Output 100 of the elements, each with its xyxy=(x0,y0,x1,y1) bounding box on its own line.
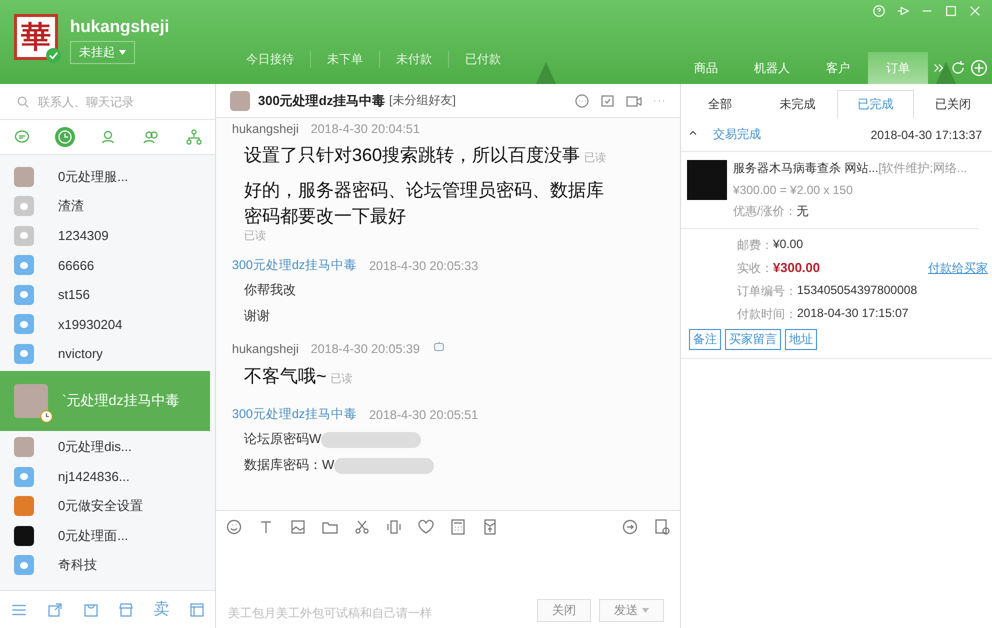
search-box[interactable]: 联系人、聊天记录 xyxy=(0,84,215,120)
contact-item[interactable]: 66666 xyxy=(0,250,215,280)
message-text: 数据库密码：W xyxy=(244,457,334,472)
help-icon[interactable] xyxy=(872,4,886,18)
add-icon[interactable] xyxy=(970,59,988,77)
contact-item[interactable]: x19930204 xyxy=(0,310,215,339)
field-label: 实收： xyxy=(737,260,773,277)
stat-label: 今日接待 xyxy=(245,51,295,68)
sender-name: 300元处理dz挂马中毒 xyxy=(232,257,358,274)
bag-icon[interactable] xyxy=(82,602,99,618)
pin-icon[interactable] xyxy=(896,4,910,18)
discount-value: 无 xyxy=(796,204,808,218)
close-icon[interactable] xyxy=(968,4,982,18)
text-icon[interactable] xyxy=(258,518,274,534)
contact-item[interactable]: 1234309 xyxy=(0,221,215,250)
message-text: 谢谢 xyxy=(244,308,270,323)
image-icon[interactable] xyxy=(290,518,306,534)
shop-logo: 華 xyxy=(14,14,58,60)
tree-drawing xyxy=(536,62,556,84)
order-action-button[interactable]: 备注 xyxy=(689,329,721,350)
org-tab[interactable] xyxy=(184,127,204,147)
product-title[interactable]: 服务器木马病毒查杀 网站... xyxy=(733,161,878,175)
caret-icon xyxy=(642,608,649,613)
contact-item[interactable]: 0元处理面... xyxy=(0,521,215,550)
chat-title: 300元处理dz挂马中毒 xyxy=(258,92,386,110)
history-icon[interactable] xyxy=(654,518,670,534)
read-status: 已读 xyxy=(244,229,267,243)
contact-name: 0元处理dis... xyxy=(58,438,132,456)
username: hukangsheji xyxy=(70,17,170,37)
field-value: 2018-04-30 17:15:07 xyxy=(797,306,908,322)
envelope-icon[interactable] xyxy=(482,518,498,534)
contact-item[interactable]: nvictory xyxy=(0,339,215,368)
contact-item[interactable]: 0元做安全设置 xyxy=(0,492,215,521)
contact-name: 奇科技 xyxy=(58,556,97,574)
contact-name: st156 xyxy=(58,287,90,302)
sender-name: hukangsheji xyxy=(232,342,299,356)
maximize-icon[interactable] xyxy=(944,4,958,18)
product-price: ¥300.00 = ¥2.00 x 150 xyxy=(733,183,854,197)
calculator-icon[interactable] xyxy=(450,518,466,534)
contact-name: 0元做安全设置 xyxy=(58,497,144,516)
contact-name: 1234309 xyxy=(58,228,109,244)
contact-item[interactable]: nj1424836... xyxy=(0,462,215,492)
refresh-icon[interactable] xyxy=(950,60,966,76)
field-label: 订单编号： xyxy=(737,283,797,300)
emoji-icon[interactable] xyxy=(226,518,242,534)
order-action-button[interactable]: 买家留言 xyxy=(725,329,781,350)
scissors-icon[interactable] xyxy=(354,518,370,534)
field-value: ¥300.00 xyxy=(773,260,820,277)
read-status: 已读 xyxy=(584,152,606,164)
chat-bubble-icon[interactable] xyxy=(574,92,590,108)
contact-item[interactable]: 渣渣 xyxy=(0,192,215,221)
clock-icon xyxy=(40,410,53,422)
layout-icon[interactable] xyxy=(188,602,205,618)
product-tags: [软件维护;网络... xyxy=(878,161,968,175)
forward-icon[interactable] xyxy=(622,518,638,534)
field-value: 153405054397800008 xyxy=(797,283,918,299)
message-text: 好的，服务器密码、论坛管理员密码、数据库密码都要改一下最好 xyxy=(244,180,604,226)
contact-name: 0元处理服... xyxy=(58,168,128,186)
heart-icon[interactable] xyxy=(418,518,434,534)
field-label: 付款时间： xyxy=(737,306,797,323)
order-status: 交易完成 xyxy=(713,126,761,143)
contact-item[interactable]: st156 xyxy=(0,280,215,310)
message-time: 2018-4-30 20:05:33 xyxy=(369,258,478,272)
contact-item[interactable]: 0元处理dis... xyxy=(0,432,215,462)
contact-item[interactable]: 奇科技 xyxy=(0,550,215,580)
field-label: 邮费： xyxy=(737,237,773,254)
task-icon[interactable] xyxy=(600,92,616,108)
message-text: 设置了只针对360搜索跳转，所以百度没事 xyxy=(244,145,580,165)
search-field[interactable]: 联系人、聊天记录 xyxy=(36,94,186,110)
chat-group: [未分组好友] xyxy=(389,92,456,109)
stat-label: 未付款 xyxy=(379,51,448,68)
search-icon xyxy=(16,94,30,108)
tree-drawing xyxy=(936,62,956,84)
message-text: 你帮我改 xyxy=(244,282,296,297)
message-text: 不客气哦~ xyxy=(244,366,327,386)
store-icon[interactable] xyxy=(118,602,134,618)
contact-name: nvictory xyxy=(58,346,103,362)
contact-item[interactable]: 0元处理服... xyxy=(0,162,215,192)
recent-tab[interactable] xyxy=(54,127,74,147)
stat-label: 已付款 xyxy=(448,51,517,68)
field-value: ¥0.00 xyxy=(773,237,804,253)
message-time: 2018-4-30 20:04:51 xyxy=(310,122,420,136)
vibrate-icon[interactable] xyxy=(386,518,402,534)
caret-icon xyxy=(119,50,126,55)
contact-name: x19930204 xyxy=(58,316,122,332)
contact-name: nj1424836... xyxy=(58,469,130,484)
pay-buyer-link[interactable]: 付款给买家 xyxy=(928,260,988,277)
order-time: 2018-04-30 17:13:37 xyxy=(870,128,982,142)
robot-icon xyxy=(432,340,446,354)
sender-name: hukangsheji xyxy=(232,122,299,136)
read-status: 已读 xyxy=(330,373,353,385)
message-text: 论坛原密码W xyxy=(244,431,322,446)
discount-label: 优惠/涨价： xyxy=(733,204,796,218)
message-time: 2018-4-30 20:05:51 xyxy=(369,408,478,422)
contact-name: 66666 xyxy=(58,258,94,273)
sender-name: 300元处理dz挂马中毒 xyxy=(232,406,358,423)
share-icon[interactable] xyxy=(47,602,64,618)
chat-avatar xyxy=(230,90,250,110)
stat-label: 未下单 xyxy=(310,51,379,68)
contact-name: `元处理dz挂马中毒 xyxy=(62,392,180,410)
